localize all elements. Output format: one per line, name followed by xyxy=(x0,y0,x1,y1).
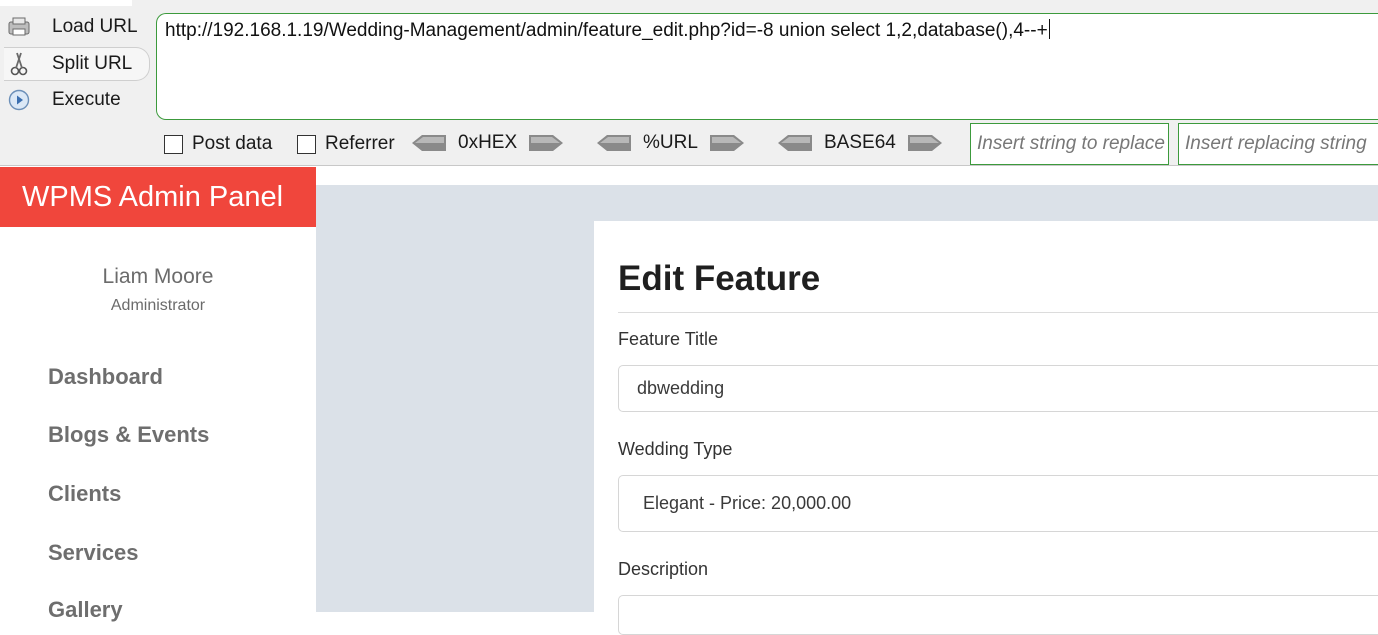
base64-codec: BASE64 xyxy=(778,130,942,156)
scissors-icon xyxy=(6,51,32,77)
referrer-checkbox-box[interactable] xyxy=(297,134,316,154)
text-caret xyxy=(1048,19,1050,39)
play-icon xyxy=(6,87,32,113)
sidebar-item-services[interactable]: Services xyxy=(48,540,139,566)
replace-find-placeholder: Insert string to replace xyxy=(977,133,1165,154)
load-url-icon xyxy=(6,14,32,40)
hex-label: 0xHEX xyxy=(458,132,518,153)
execute-button[interactable]: Execute xyxy=(4,83,150,117)
brand-title: WPMS Admin Panel xyxy=(22,180,284,213)
replace-find-input[interactable]: Insert string to replace xyxy=(970,123,1169,165)
description-label: Description xyxy=(618,559,709,579)
url-codec-label: %URL xyxy=(643,132,698,153)
split-url-label: Split URL xyxy=(52,53,133,74)
url-decode-arrow-icon[interactable] xyxy=(597,134,631,152)
description-textarea[interactable] xyxy=(618,595,1378,635)
feature-title-value: dbwedding xyxy=(637,378,725,398)
wedding-type-select[interactable]: Elegant - Price: 20,000.00 xyxy=(618,475,1378,532)
hackbar-top-strip xyxy=(0,0,132,6)
sidebar-item-blogs-events[interactable]: Blogs & Events xyxy=(48,422,209,448)
url-text: http://192.168.1.19/Wedding-Management/a… xyxy=(165,20,1048,41)
hackbar-toolbar: Load URL Split URL Execute http://192.16… xyxy=(0,0,1378,166)
url-encode-arrow-icon[interactable] xyxy=(709,134,744,152)
url-codec: %URL xyxy=(597,130,744,156)
base64-encode-arrow-icon[interactable] xyxy=(907,134,942,152)
feature-title-input[interactable]: dbwedding xyxy=(618,365,1378,412)
replace-with-input[interactable]: Insert replacing string xyxy=(1178,123,1378,165)
hex-encode-arrow-icon[interactable] xyxy=(529,134,564,152)
post-data-label: Post data xyxy=(192,133,273,154)
load-url-label: Load URL xyxy=(52,16,138,37)
content-top-gap xyxy=(316,166,1378,185)
wedding-type-label: Wedding Type xyxy=(618,439,733,459)
hex-decode-arrow-icon[interactable] xyxy=(412,134,446,152)
load-url-button[interactable]: Load URL xyxy=(4,10,150,44)
title-divider xyxy=(618,312,1378,313)
execute-label: Execute xyxy=(52,89,121,110)
split-url-button[interactable]: Split URL xyxy=(4,47,150,81)
base64-decode-arrow-icon[interactable] xyxy=(778,134,812,152)
replace-with-placeholder: Insert replacing string xyxy=(1185,133,1367,154)
referrer-checkbox[interactable]: Referrer xyxy=(297,133,395,155)
user-name: Liam Moore xyxy=(102,265,214,288)
sidebar-item-clients[interactable]: Clients xyxy=(48,481,121,507)
post-data-checkbox[interactable]: Post data xyxy=(164,133,272,155)
post-data-checkbox-box[interactable] xyxy=(164,134,183,154)
wedding-type-value: Elegant - Price: 20,000.00 xyxy=(643,493,852,513)
brand-header[interactable]: WPMS Admin Panel xyxy=(0,167,316,227)
hex-codec: 0xHEX xyxy=(412,130,564,156)
feature-title-label: Feature Title xyxy=(618,329,719,349)
user-role: Administrator xyxy=(110,297,206,314)
edit-feature-card: Edit Feature Feature Title dbwedding Wed… xyxy=(594,221,1378,635)
sidebar-item-gallery[interactable]: Gallery xyxy=(48,597,123,623)
base64-label: BASE64 xyxy=(824,132,896,153)
sidebar: Liam Moore Administrator Dashboard Blogs… xyxy=(0,227,316,622)
sidebar-item-dashboard[interactable]: Dashboard xyxy=(48,364,163,390)
page-title: Edit Feature xyxy=(618,259,821,298)
url-input[interactable]: http://192.168.1.19/Wedding-Management/a… xyxy=(156,13,1378,120)
referrer-label: Referrer xyxy=(325,133,395,154)
